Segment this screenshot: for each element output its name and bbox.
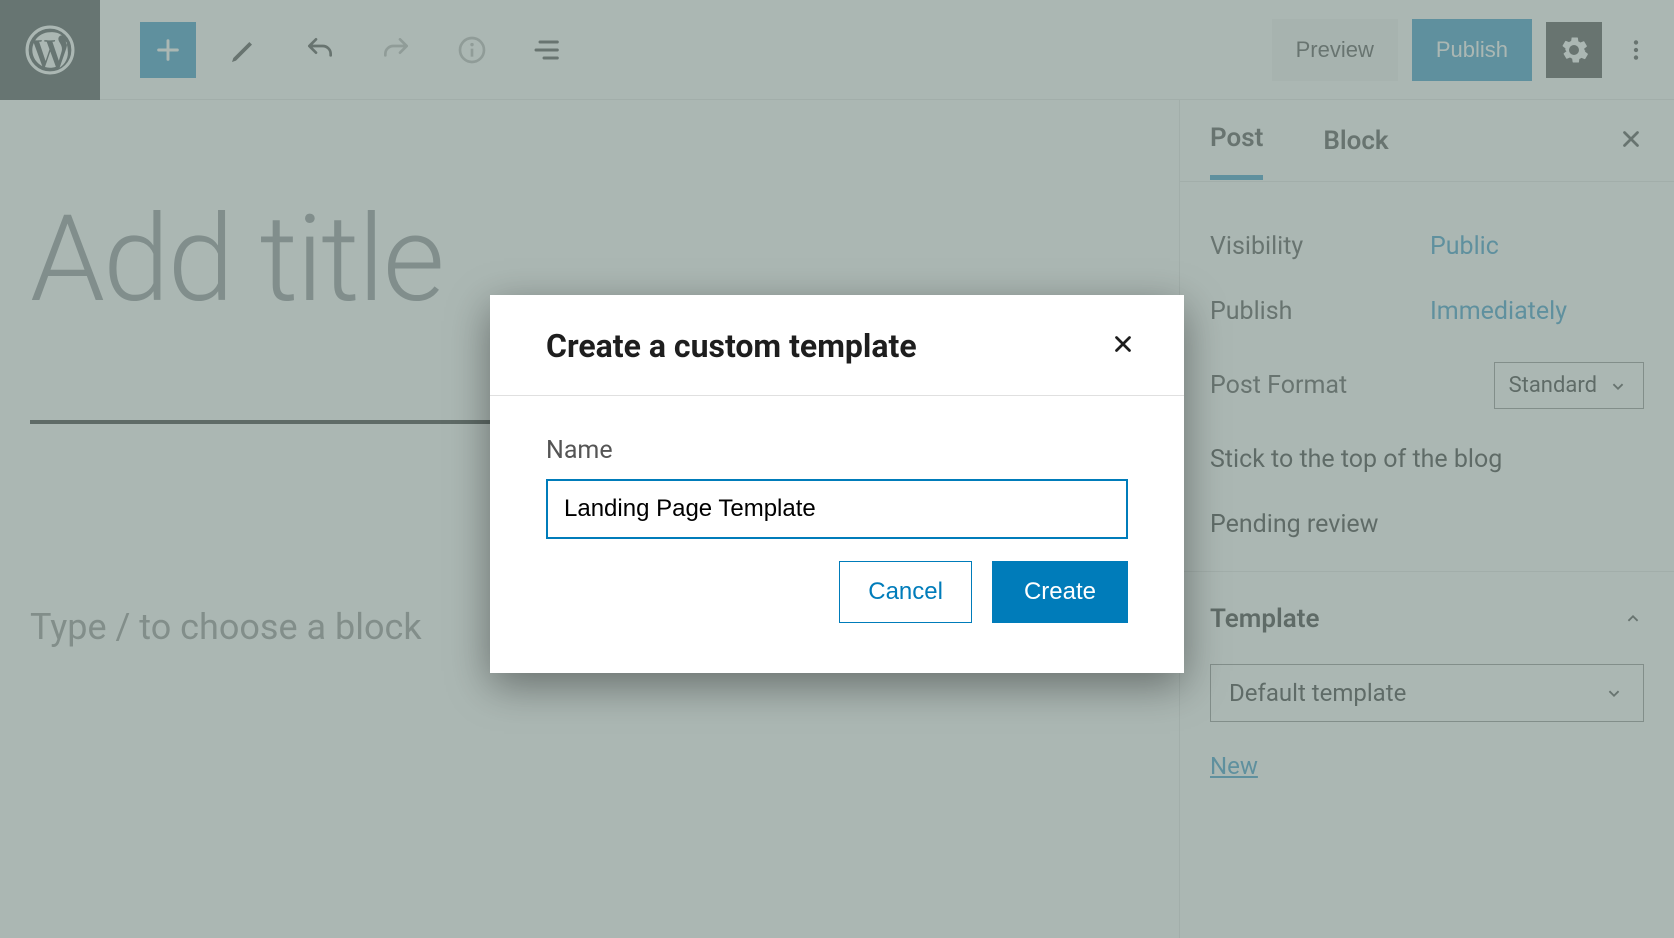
template-name-input[interactable]	[546, 479, 1128, 539]
create-template-modal: Create a custom template Name Cancel Cre…	[490, 295, 1184, 673]
template-name-label: Name	[546, 436, 1128, 465]
cancel-button[interactable]: Cancel	[839, 561, 972, 623]
modal-overlay: Create a custom template Name Cancel Cre…	[0, 0, 1674, 938]
modal-body: Name Cancel Create	[490, 396, 1184, 673]
modal-actions: Cancel Create	[546, 561, 1128, 623]
modal-title: Create a custom template	[546, 327, 917, 365]
modal-header: Create a custom template	[490, 295, 1184, 396]
modal-close-button[interactable]	[1110, 331, 1136, 361]
close-icon	[1110, 331, 1136, 357]
create-button[interactable]: Create	[992, 561, 1128, 623]
